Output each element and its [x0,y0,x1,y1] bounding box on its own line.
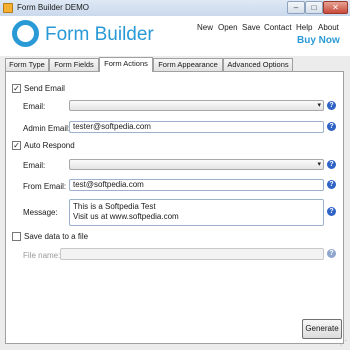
menu-help[interactable]: Help [296,23,312,32]
save-to-file-label: Save data to a file [24,232,89,241]
menu-open[interactable]: Open [218,23,238,32]
app-icon [3,3,13,13]
resize-grip-icon[interactable]: ⋰ [340,340,348,348]
minimize-button[interactable]: – [287,1,305,14]
app-header: Form Builder New Open Save Contact Help … [0,16,350,56]
window-title: Form Builder DEMO [17,3,90,12]
save-to-file-checkbox[interactable] [12,232,21,241]
from-email-help-icon[interactable]: ? [327,180,336,189]
message-help-icon[interactable]: ? [327,207,336,216]
app-window: Form Builder DEMO – □ ✕ Form Builder New… [0,0,350,350]
tab-form-fields[interactable]: Form Fields [49,58,99,71]
message-textarea[interactable]: This is a Softpedia Test Visit us at www… [69,199,324,226]
send-email-email-label: Email: [23,102,46,111]
from-email-label: From Email: [23,182,67,191]
send-email-email-dropdown[interactable]: ▾ [69,100,324,111]
send-email-email-help-icon[interactable]: ? [327,101,336,110]
auto-respond-email-help-icon[interactable]: ? [327,160,336,169]
from-email-field[interactable]: test@softpedia.com [69,179,324,191]
menu-contact[interactable]: Contact [264,23,292,32]
generate-button[interactable]: Generate [302,319,342,339]
menu-new[interactable]: New [197,23,213,32]
auto-respond-checkbox[interactable]: ✓ [12,141,21,150]
maximize-button[interactable]: □ [305,1,323,14]
admin-email-field[interactable]: tester@softpedia.com [69,121,324,133]
tab-advanced-options[interactable]: Advanced Options [223,58,293,71]
send-email-label: Send Email [24,84,65,93]
tab-form-actions[interactable]: Form Actions [99,57,153,72]
chevron-down-icon: ▾ [317,161,321,168]
auto-respond-label: Auto Respond [24,141,75,150]
file-name-field[interactable] [60,248,324,260]
admin-email-help-icon[interactable]: ? [327,122,336,131]
auto-respond-email-dropdown[interactable]: ▾ [69,159,324,170]
chevron-down-icon: ▾ [317,102,321,109]
file-name-label: File name: [23,251,61,260]
buy-now-link[interactable]: Buy Now [297,35,340,46]
send-email-checkbox[interactable]: ✓ [12,84,21,93]
logo-ring-icon [12,20,39,47]
file-name-help-icon[interactable]: ? [327,249,336,258]
tab-form-appearance[interactable]: Form Appearance [153,58,223,71]
admin-email-label: Admin Email: [23,124,71,133]
logo-text: Form Builder [45,24,154,45]
message-line-2: Visit us at www.softpedia.com [73,212,179,221]
message-line-1: This is a Softpedia Test [73,202,156,211]
menu-save[interactable]: Save [242,23,260,32]
menu-about[interactable]: About [318,23,339,32]
tab-form-type[interactable]: Form Type [5,58,49,71]
close-button[interactable]: ✕ [323,1,348,14]
title-bar[interactable]: Form Builder DEMO – □ ✕ [0,0,350,17]
message-label: Message: [23,208,58,217]
auto-respond-email-label: Email: [23,161,46,170]
